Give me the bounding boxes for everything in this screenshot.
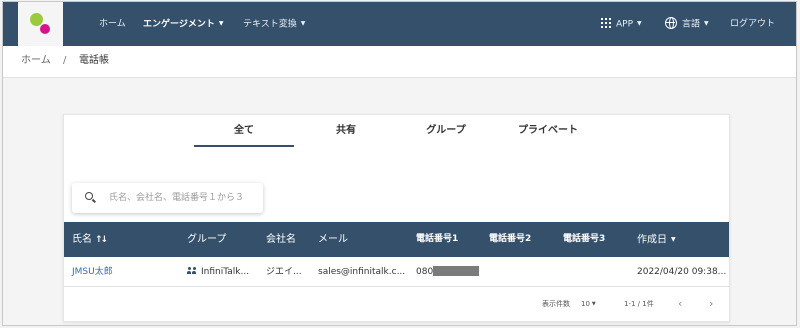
- cell-company: ジエイ...: [266, 267, 302, 277]
- caret-down-icon: ▼: [637, 20, 642, 27]
- sort-icon[interactable]: ↑↓: [95, 223, 108, 258]
- caret-down-icon: ▼: [591, 301, 596, 307]
- search-input[interactable]: 氏名、会社名、電話番号１から３: [72, 183, 263, 213]
- cell-name[interactable]: JMSU太郎: [72, 257, 113, 287]
- logo[interactable]: [18, 2, 63, 46]
- phonebook-card: 全て 共有 グループ プライベート 氏名、会社名、電話番号１から３ 氏名 ↑↓ グ…: [63, 114, 730, 322]
- search-icon: [85, 192, 93, 200]
- breadcrumb-separator: /: [63, 55, 67, 66]
- breadcrumb-home[interactable]: ホーム: [21, 46, 51, 78]
- nav-home[interactable]: ホーム: [99, 2, 126, 46]
- nav-app-label: APP: [616, 19, 634, 30]
- nav-engagement[interactable]: エンゲージメント ▼: [143, 2, 223, 46]
- tab-shared[interactable]: 共有: [296, 121, 396, 147]
- app-window: ホーム エンゲージメント ▼ テキスト変換 ▼ APP ▼ 言語 ▼ ログアウト ホーム…: [2, 1, 797, 326]
- column-header-phone2: 電話番号2: [489, 234, 532, 244]
- cell-phone1: 080: [416, 257, 480, 287]
- pagination-range: 1-1 / 1件: [624, 300, 654, 308]
- column-header-email: メール: [318, 234, 348, 245]
- column-header-name[interactable]: 氏名 ↑↓: [72, 222, 108, 258]
- tab-all[interactable]: 全て: [194, 121, 294, 147]
- caret-down-icon: ▼: [671, 236, 676, 243]
- nav-language[interactable]: 言語 ▼: [665, 2, 709, 46]
- tab-group[interactable]: グループ: [396, 121, 496, 147]
- nav-app[interactable]: APP ▼: [601, 2, 642, 46]
- table-header: 氏名 ↑↓ グループ 会社名 メール 電話番号1 電話番号2 電話番号3 作成日 ▼: [64, 222, 729, 257]
- nav-text-convert[interactable]: テキスト変換 ▼: [243, 2, 305, 46]
- cell-group: InfiniTalk...: [187, 257, 249, 287]
- column-header-created[interactable]: 作成日 ▼: [637, 222, 676, 257]
- group-icon: [187, 267, 197, 274]
- column-header-phone3: 電話番号3: [563, 234, 606, 244]
- next-page-icon[interactable]: ›: [709, 293, 713, 315]
- table-row[interactable]: JMSU太郎 InfiniTalk... ジエイ... sales@infini…: [64, 257, 729, 287]
- column-header-name-label: 氏名: [72, 234, 92, 245]
- caret-down-icon: ▼: [704, 20, 709, 27]
- logo-dot-pink: [40, 24, 50, 34]
- nav-language-label: 言語: [682, 19, 701, 30]
- rows-per-page-value: 10: [581, 300, 590, 308]
- rows-per-page-label: 表示件数: [542, 300, 570, 308]
- cell-email: sales@infinitalk.c...: [318, 267, 406, 277]
- app-grid-icon: [601, 18, 611, 28]
- nav-logout[interactable]: ログアウト: [730, 2, 775, 46]
- caret-down-icon: ▼: [218, 20, 224, 27]
- breadcrumb-current: 電話帳: [79, 55, 109, 66]
- rows-per-page-select[interactable]: 10 ▼: [581, 293, 596, 315]
- column-header-created-label: 作成日: [637, 234, 667, 246]
- cell-group-label: InfiniTalk...: [201, 267, 250, 277]
- column-header-phone1: 電話番号1: [416, 234, 459, 244]
- column-header-group: グループ: [187, 234, 227, 245]
- nav-engagement-label: エンゲージメント: [143, 19, 215, 30]
- column-header-company: 会社名: [266, 234, 296, 245]
- breadcrumb: ホーム / 電話帳: [3, 46, 796, 78]
- prev-page-icon[interactable]: ‹: [678, 293, 682, 315]
- cell-created: 2022/04/20 09:38...: [637, 267, 727, 277]
- caret-down-icon: ▼: [300, 20, 306, 27]
- search-placeholder: 氏名、会社名、電話番号１から３: [109, 193, 245, 203]
- nav-text-convert-label: テキスト変換: [243, 19, 297, 30]
- redacted-block: [433, 265, 480, 276]
- top-navbar: ホーム エンゲージメント ▼ テキスト変換 ▼ APP ▼ 言語 ▼ ログアウト: [3, 2, 796, 46]
- cell-phone1-prefix: 080: [416, 267, 434, 277]
- globe-icon: [665, 17, 677, 29]
- tab-private[interactable]: プライベート: [498, 121, 598, 147]
